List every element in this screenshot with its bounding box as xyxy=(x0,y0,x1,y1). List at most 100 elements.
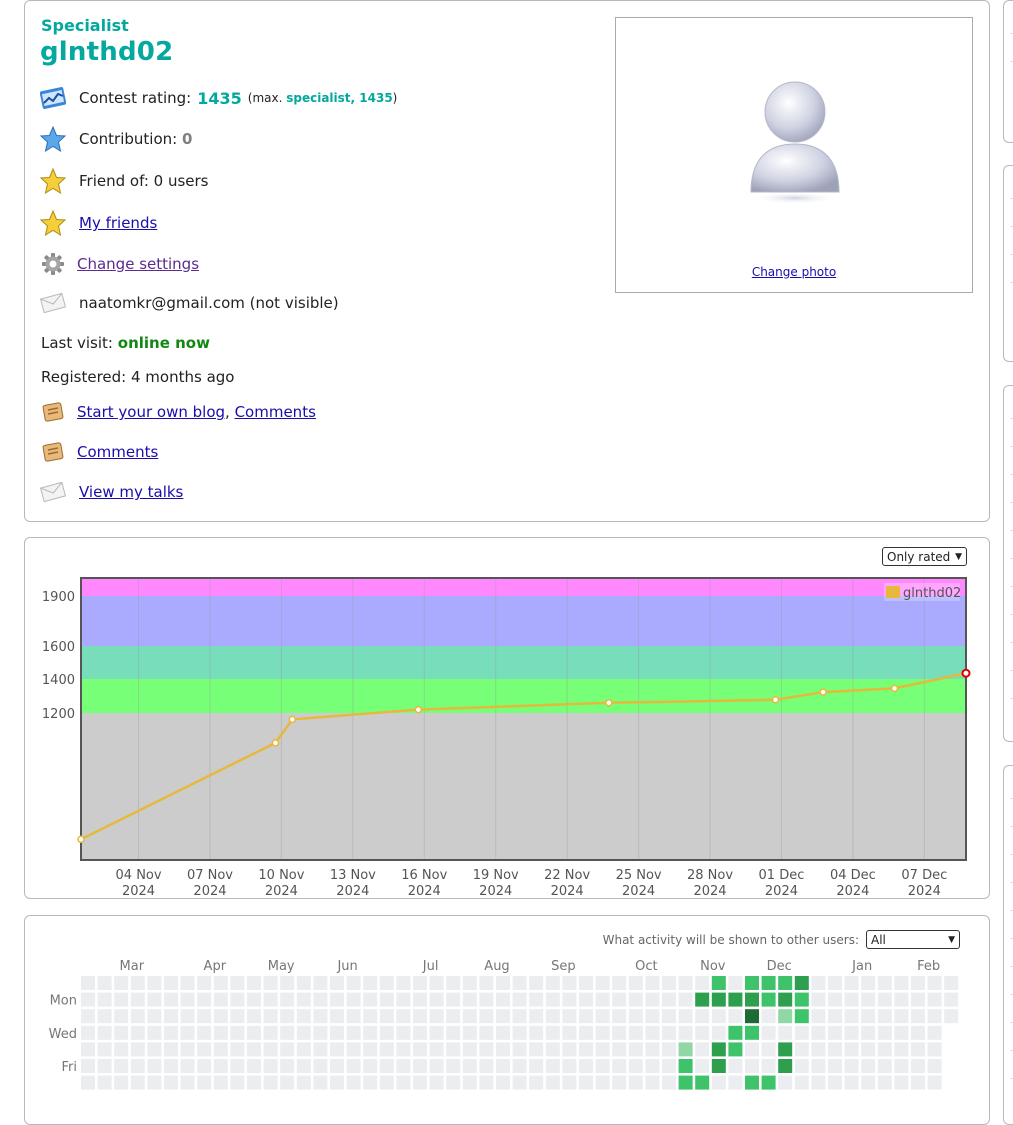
activity-cell[interactable] xyxy=(379,1042,394,1057)
activity-cell[interactable] xyxy=(280,976,295,990)
activity-cell[interactable] xyxy=(479,1009,494,1024)
activity-cell[interactable] xyxy=(612,1025,627,1040)
activity-cell[interactable] xyxy=(280,1059,295,1073)
activity-cell[interactable] xyxy=(446,976,461,990)
activity-cell[interactable] xyxy=(164,1075,178,1090)
activity-cell[interactable] xyxy=(944,1009,959,1024)
activity-cell[interactable] xyxy=(662,1059,676,1073)
activity-cell[interactable] xyxy=(230,1025,245,1040)
activity-cell[interactable] xyxy=(247,1009,261,1024)
activity-cell[interactable] xyxy=(363,1059,378,1073)
activity-cell[interactable] xyxy=(545,1025,560,1040)
activity-cell[interactable] xyxy=(728,1042,743,1057)
activity-cell[interactable] xyxy=(147,1025,162,1040)
activity-cell[interactable] xyxy=(230,1009,245,1024)
activity-cell[interactable] xyxy=(429,1025,444,1040)
activity-cell[interactable] xyxy=(379,1075,394,1090)
activity-cell[interactable] xyxy=(562,1009,577,1024)
change-settings-link[interactable]: Change settings xyxy=(77,255,199,273)
activity-cell[interactable] xyxy=(761,992,776,1007)
activity-cell[interactable] xyxy=(695,1009,710,1024)
activity-cell[interactable] xyxy=(877,1025,892,1040)
activity-cell[interactable] xyxy=(811,1075,826,1090)
activity-cell[interactable] xyxy=(479,992,494,1007)
activity-cell[interactable] xyxy=(877,1075,892,1090)
activity-cell[interactable] xyxy=(496,1009,510,1024)
activity-cell[interactable] xyxy=(877,1042,892,1057)
activity-cell[interactable] xyxy=(828,1075,842,1090)
activity-cell[interactable] xyxy=(180,1075,195,1090)
activity-cell[interactable] xyxy=(579,992,593,1007)
activity-cell[interactable] xyxy=(247,1059,261,1073)
activity-cell[interactable] xyxy=(728,992,743,1007)
activity-cell[interactable] xyxy=(579,1025,593,1040)
activity-cell[interactable] xyxy=(545,1059,560,1073)
activity-cell[interactable] xyxy=(612,1042,627,1057)
activity-cell[interactable] xyxy=(612,1009,627,1024)
activity-cell[interactable] xyxy=(379,1059,394,1073)
activity-cell[interactable] xyxy=(828,1009,842,1024)
activity-cell[interactable] xyxy=(844,1025,859,1040)
activity-cell[interactable] xyxy=(595,1042,610,1057)
activity-cell[interactable] xyxy=(130,1009,145,1024)
activity-cell[interactable] xyxy=(512,1009,527,1024)
activity-cell[interactable] xyxy=(794,1042,809,1057)
activity-cell[interactable] xyxy=(728,1059,743,1073)
activity-cell[interactable] xyxy=(479,1025,494,1040)
activity-cell[interactable] xyxy=(180,992,195,1007)
activity-cell[interactable] xyxy=(313,1059,328,1073)
activity-cell[interactable] xyxy=(230,1042,245,1057)
activity-cell[interactable] xyxy=(296,1042,311,1057)
activity-cell[interactable] xyxy=(844,1059,859,1073)
activity-cell[interactable] xyxy=(396,1042,411,1057)
activity-cell[interactable] xyxy=(794,1059,809,1073)
activity-cell[interactable] xyxy=(927,1009,942,1024)
activity-cell[interactable] xyxy=(828,1042,842,1057)
activity-cell[interactable] xyxy=(628,1059,643,1073)
activity-cell[interactable] xyxy=(662,1042,676,1057)
activity-cell[interactable] xyxy=(678,1025,693,1040)
activity-cell[interactable] xyxy=(130,976,145,990)
activity-cell[interactable] xyxy=(462,976,477,990)
activity-cell[interactable] xyxy=(678,1042,693,1057)
activity-cell[interactable] xyxy=(479,1059,494,1073)
activity-cell[interactable] xyxy=(794,1075,809,1090)
rating-point[interactable] xyxy=(771,695,780,704)
activity-cell[interactable] xyxy=(645,992,660,1007)
activity-cell[interactable] xyxy=(197,1059,212,1073)
activity-cell[interactable] xyxy=(695,976,710,990)
activity-cell[interactable] xyxy=(728,1025,743,1040)
activity-cell[interactable] xyxy=(579,1059,593,1073)
activity-cell[interactable] xyxy=(197,1075,212,1090)
activity-cell[interactable] xyxy=(844,1075,859,1090)
activity-cell[interactable] xyxy=(247,1025,261,1040)
activity-cell[interactable] xyxy=(97,1042,112,1057)
activity-cell[interactable] xyxy=(379,1025,394,1040)
activity-cell[interactable] xyxy=(628,1042,643,1057)
activity-cell[interactable] xyxy=(462,1042,477,1057)
activity-cell[interactable] xyxy=(645,1042,660,1057)
blog-comments-link[interactable]: Comments xyxy=(235,403,316,421)
activity-cell[interactable] xyxy=(628,1025,643,1040)
activity-cell[interactable] xyxy=(363,1009,378,1024)
activity-cell[interactable] xyxy=(346,1025,361,1040)
activity-cell[interactable] xyxy=(263,1025,278,1040)
activity-cell[interactable] xyxy=(545,1042,560,1057)
activity-cell[interactable] xyxy=(529,992,544,1007)
activity-cell[interactable] xyxy=(296,1009,311,1024)
activity-cell[interactable] xyxy=(612,976,627,990)
activity-cell[interactable] xyxy=(894,976,909,990)
activity-cell[interactable] xyxy=(794,976,809,990)
activity-cell[interactable] xyxy=(330,976,344,990)
activity-cell[interactable] xyxy=(911,992,925,1007)
activity-cell[interactable] xyxy=(745,1009,759,1024)
activity-cell[interactable] xyxy=(164,992,178,1007)
activity-cell[interactable] xyxy=(711,992,726,1007)
activity-cell[interactable] xyxy=(545,1075,560,1090)
activity-cell[interactable] xyxy=(81,1025,95,1040)
activity-cell[interactable] xyxy=(197,1009,212,1024)
activity-cell[interactable] xyxy=(662,1025,676,1040)
activity-cell[interactable] xyxy=(213,1075,228,1090)
activity-cell[interactable] xyxy=(496,1042,510,1057)
activity-cell[interactable] xyxy=(313,1025,328,1040)
